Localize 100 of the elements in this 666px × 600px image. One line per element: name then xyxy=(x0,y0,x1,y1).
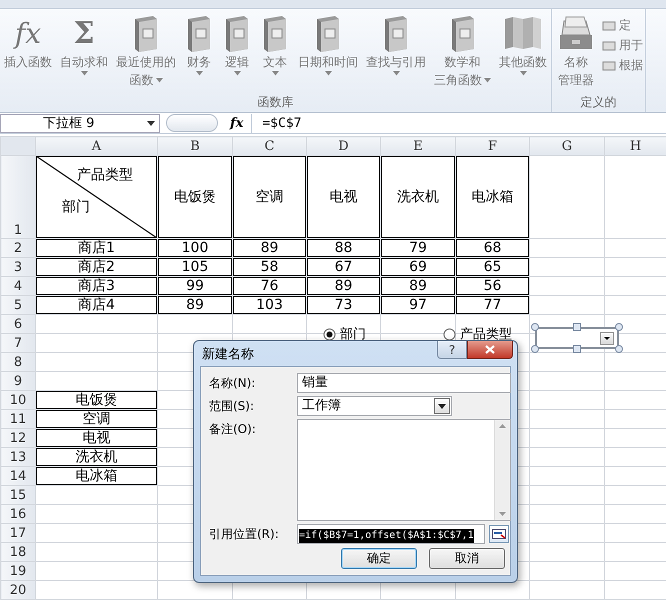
dialog-title: 新建名称 xyxy=(202,346,254,362)
resize-handle[interactable] xyxy=(573,345,581,353)
table-cell: 洗衣机 xyxy=(380,156,456,238)
table-cell: 89 xyxy=(232,238,306,258)
table-cell: 电冰箱 xyxy=(456,156,530,238)
field-label: 备注(O): xyxy=(209,421,257,438)
resize-handle[interactable] xyxy=(531,323,539,331)
name-tag-icon xyxy=(602,38,616,52)
resize-handle[interactable] xyxy=(573,323,581,331)
table-cell: 100 xyxy=(158,238,232,258)
ribbon-button[interactable]: 名称 管理器 xyxy=(554,13,598,94)
table-cell: 73 xyxy=(306,296,380,314)
resize-handle[interactable] xyxy=(615,323,623,331)
ribbon-button[interactable]: 日期和时间 xyxy=(296,13,360,94)
ribbon-button[interactable]: Σ 自动求和 xyxy=(58,13,110,94)
row-header[interactable]: 9 xyxy=(0,372,36,390)
collapse-dialog-button[interactable] xyxy=(489,525,509,543)
group-label: 定义的 xyxy=(580,94,618,111)
column-header[interactable]: C xyxy=(232,136,306,156)
row-header[interactable]: 1 xyxy=(0,156,36,238)
selected-text: =if($B$7=1,offset($A$1:$C$7,1 xyxy=(299,529,474,543)
table-cell: 103 xyxy=(232,296,306,314)
resize-handle[interactable] xyxy=(615,345,623,353)
input-field[interactable]: =if($B$7=1,offset($A$1:$C$7,1 xyxy=(297,524,485,544)
table-cell: 部门 xyxy=(62,198,90,216)
row-header[interactable]: 5 xyxy=(0,296,36,314)
name-box-text: 下拉框 9 xyxy=(43,115,94,132)
table-cell: 商店3 xyxy=(36,276,158,296)
row-header[interactable]: 3 xyxy=(0,258,36,276)
ribbon-button[interactable]: 根据 xyxy=(602,57,643,74)
name-tag-icon xyxy=(602,58,616,72)
sigma-icon: Σ xyxy=(73,16,95,50)
close-icon xyxy=(485,345,495,354)
row-header[interactable]: 16 xyxy=(0,504,36,524)
column-header[interactable]: B xyxy=(158,136,232,156)
table-cell: 电视 xyxy=(306,156,380,238)
column-header[interactable]: H xyxy=(604,136,666,156)
row-header[interactable]: 17 xyxy=(0,524,36,542)
caret-icon xyxy=(438,404,446,408)
name-tag-icon xyxy=(602,18,616,32)
dropdown-control[interactable] xyxy=(535,327,619,349)
column-header[interactable]: E xyxy=(380,136,456,156)
ribbon-button[interactable]: 其他函数 xyxy=(497,13,549,94)
row-header[interactable]: 12 xyxy=(0,428,36,448)
column-header[interactable]: F xyxy=(456,136,530,156)
radio-button[interactable]: 部门 xyxy=(323,325,366,343)
table-cell: 58 xyxy=(232,258,306,276)
input-field[interactable]: 销量 xyxy=(297,373,511,393)
caret-icon xyxy=(147,120,155,126)
table-cell: 67 xyxy=(306,258,380,276)
row-header[interactable]: 11 xyxy=(0,410,36,428)
column-header[interactable]: A xyxy=(36,136,158,156)
group-label: 函数库 xyxy=(256,94,294,111)
row-header[interactable]: 7 xyxy=(0,334,36,352)
dialog-button[interactable]: 确定 xyxy=(341,548,417,569)
row-header[interactable]: 14 xyxy=(0,466,36,486)
row-header[interactable]: 6 xyxy=(0,314,36,334)
row-header[interactable]: 20 xyxy=(0,580,36,600)
name-box[interactable]: 下拉框 9 xyxy=(0,114,160,132)
help-button[interactable]: ? xyxy=(437,341,467,359)
table-cell: 89 xyxy=(380,276,456,296)
ribbon-button[interactable]: 文本 xyxy=(258,13,292,94)
table-cell: 89 xyxy=(306,276,380,296)
row-header[interactable]: 18 xyxy=(0,542,36,562)
row-header[interactable]: 8 xyxy=(0,352,36,372)
column-header[interactable]: G xyxy=(530,136,604,156)
row-header[interactable]: 10 xyxy=(0,390,36,410)
table-cell: 56 xyxy=(456,276,530,296)
insert-function-button[interactable]: fx xyxy=(230,116,244,130)
resize-handle[interactable] xyxy=(531,345,539,353)
row-header[interactable]: 15 xyxy=(0,486,36,504)
row-header[interactable]: 2 xyxy=(0,238,36,258)
ribbon-button[interactable]: fx 插入函数 xyxy=(2,13,54,94)
close-button[interactable] xyxy=(467,341,513,359)
ribbon-button[interactable]: 查找与引用 xyxy=(364,13,428,94)
field-label: 名称(N): xyxy=(209,375,256,392)
table-cell: 79 xyxy=(380,238,456,258)
table-cell: 洗衣机 xyxy=(36,448,158,466)
ribbon-button[interactable]: 数学和 三角函数 xyxy=(432,13,493,94)
ribbon-button[interactable]: 定 xyxy=(602,17,643,34)
table-cell: 电视 xyxy=(36,428,158,448)
table-cell: 68 xyxy=(456,238,530,258)
scrollbar[interactable] xyxy=(494,420,510,520)
table-cell: 65 xyxy=(456,258,530,276)
ribbon-button[interactable]: 用于 xyxy=(602,37,643,54)
ribbon-button[interactable]: 最近使用的 函数 xyxy=(114,13,178,94)
table-cell: 97 xyxy=(380,296,456,314)
table-cell: 电饭煲 xyxy=(36,390,158,410)
ribbon-button[interactable]: 财务 xyxy=(182,13,216,94)
row-header[interactable]: 4 xyxy=(0,276,36,296)
ribbon-button[interactable]: 逻辑 xyxy=(220,13,254,94)
radio-button[interactable]: 产品类型 xyxy=(443,325,512,343)
formula-bar-handle[interactable] xyxy=(166,114,218,132)
row-header[interactable]: 19 xyxy=(0,562,36,580)
dialog-button[interactable]: 取消 xyxy=(429,548,505,569)
formula-field[interactable]: =$C$7 xyxy=(251,114,666,132)
row-header[interactable]: 13 xyxy=(0,448,36,466)
column-header[interactable]: D xyxy=(306,136,380,156)
dropdown-field[interactable]: 工作簿 xyxy=(297,396,452,416)
scroll-down-icon xyxy=(499,512,506,516)
